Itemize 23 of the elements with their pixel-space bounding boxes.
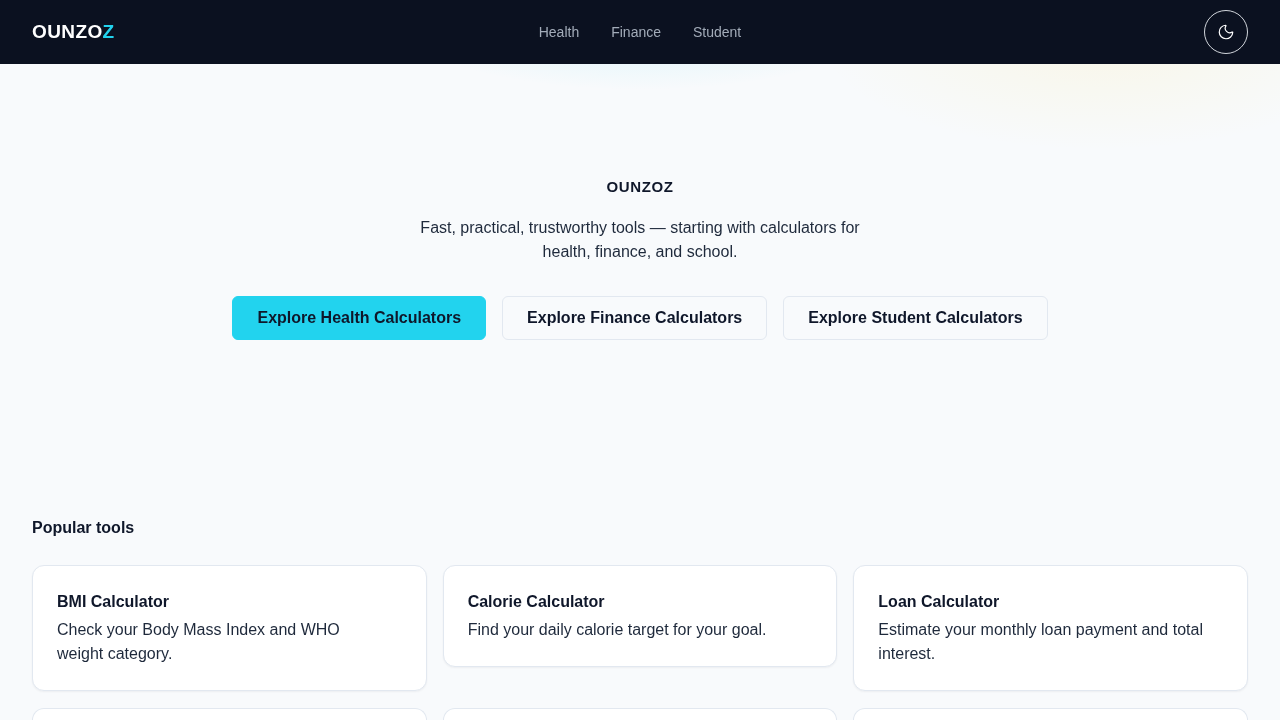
section-heading: Popular tools bbox=[32, 518, 136, 538]
explore-button[interactable]: Explore Student Calculators bbox=[783, 296, 1048, 340]
nav-link[interactable]: Finance bbox=[611, 24, 661, 40]
explore-button[interactable]: Explore Health Calculators bbox=[232, 296, 487, 340]
tool-card[interactable] bbox=[32, 708, 427, 720]
card-title: BMI Calculator bbox=[57, 592, 170, 612]
moon-icon bbox=[1217, 23, 1235, 41]
hero-title: OUNZOZ bbox=[606, 177, 674, 197]
card-description: Estimate your monthly loan payment and total interest. bbox=[878, 620, 1204, 664]
logo[interactable]: OUNZOZ bbox=[32, 21, 115, 43]
card-description: Find your daily calorie target for your goal. bbox=[467, 620, 768, 640]
tool-card[interactable] bbox=[442, 708, 838, 720]
tool-card[interactable]: Calorie Calculator Find your daily calorie target for your goal. bbox=[442, 565, 838, 667]
card-title: Loan Calculator bbox=[878, 592, 1001, 612]
nav-link[interactable]: Student bbox=[693, 24, 742, 40]
explore-button[interactable]: Explore Finance Calculators bbox=[502, 296, 768, 340]
card-title: Calorie Calculator bbox=[467, 592, 606, 612]
tool-card[interactable]: Loan Calculator Estimate your monthly loan payment and total interest. bbox=[853, 565, 1248, 691]
tool-card[interactable] bbox=[853, 708, 1248, 720]
nav-link[interactable]: Health bbox=[538, 24, 580, 40]
tool-card[interactable]: BMI Calculator Check your Body Mass Index and WHO weight category. bbox=[32, 565, 427, 691]
card-description: Check your Body Mass Index and WHO weight category. bbox=[57, 620, 341, 664]
hero-subtitle: Fast, practical, trustworthy tools — starting with calculators for health, finance, and school. bbox=[419, 218, 861, 262]
